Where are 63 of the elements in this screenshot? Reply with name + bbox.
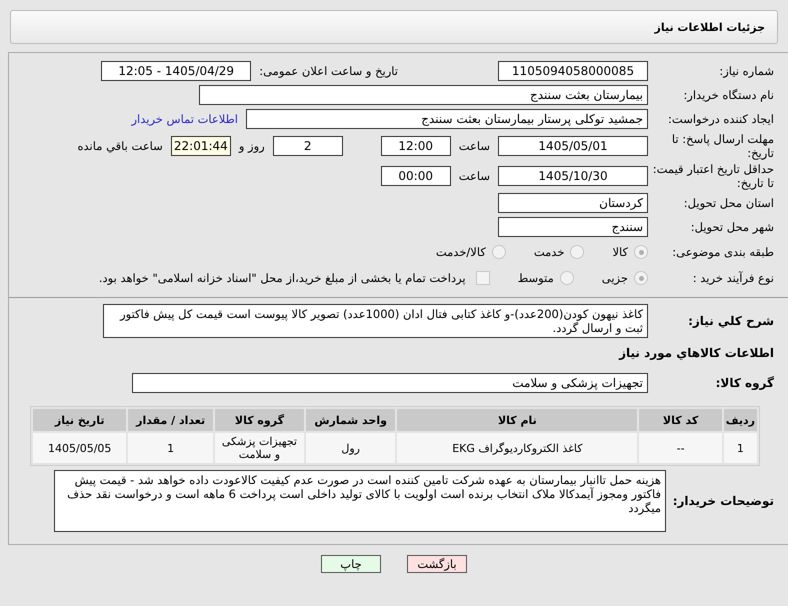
table-cell: کاغذ الکتروکاردیوگراف EKG [397, 433, 638, 463]
field-label: مهلت ارسال پاسخ: تا تاریخ: [670, 132, 775, 160]
section-label: گروه کالا: [714, 376, 775, 390]
field-label: نام دستگاه خریدار: [682, 88, 775, 102]
deadline-date-field[interactable]: 1405/05/01 [498, 136, 648, 156]
table-cell: تجهیزات پزشکی و سلامت [214, 433, 304, 463]
section-heading: اطلاعات کالاهاي مورد نياز [619, 346, 775, 360]
radio-label: جزیی [602, 271, 628, 285]
remaining-time-field[interactable]: 22:01:44 [170, 136, 231, 156]
column-header: واحد شمارش [306, 409, 396, 431]
field-label: ایجاد کننده درخواست: [667, 112, 775, 126]
field-label: نوع فرآیند خرید : [692, 271, 775, 285]
column-header: تاریخ نیاز [33, 409, 126, 431]
radio-button[interactable] [492, 245, 506, 259]
need-number-field[interactable]: 1105094058000085 [498, 61, 648, 81]
column-header: تعداد / مقدار [128, 409, 213, 431]
field-label: ساعت [458, 169, 490, 183]
goods-group-field[interactable]: تجهیزات پزشکی و سلامت [132, 373, 648, 393]
table-cell: 1 [724, 433, 757, 463]
section-label: شرح کلي نياز: [687, 314, 775, 328]
section-label: توضیحات خریدار: [672, 494, 775, 508]
column-header: نام کالا [397, 409, 638, 431]
field-label: شهر محل تحویل: [690, 220, 775, 234]
radio-button[interactable] [560, 271, 574, 285]
validity-time-field[interactable]: 00:00 [380, 166, 451, 186]
field-label: طبقه بندی موضوعی: [671, 245, 775, 259]
page-title: جزئیات اطلاعات نیاز [654, 20, 765, 34]
description-box[interactable]: کاغذ نیهون کودن(200عدد)-و کاغذ کتابی فتال ادان (1000عدد) تصویر کالا پیوست است قیمت کل پیش فاکتور ثبت و ارسال گردد. [103, 304, 648, 338]
deadline-time-field[interactable]: 12:00 [380, 136, 451, 156]
field-label: ساعت باقي مانده [78, 139, 163, 153]
table-cell: -- [639, 433, 722, 463]
field-label: حداقل تاریخ اعتبار قیمت: تا تاریخ: [652, 162, 775, 190]
back-button[interactable]: بازگشت [407, 555, 467, 573]
print-button[interactable]: چاپ [321, 555, 381, 573]
radio-button[interactable] [570, 245, 584, 259]
table-cell: 1 [128, 433, 213, 463]
table-cell: رول [306, 433, 396, 463]
column-header: گروه کالا [214, 409, 304, 431]
validity-date-field[interactable]: 1405/10/30 [498, 166, 648, 186]
radio-button[interactable] [634, 271, 648, 285]
radio-label: متوسط [518, 271, 554, 285]
buyer-contact-link[interactable]: اطلاعات تماس خریدار [131, 112, 238, 126]
field-label: تاریخ و ساعت اعلان عمومی: [259, 64, 398, 78]
field-label: ساعت [458, 139, 490, 153]
column-header: کد کالا [639, 409, 722, 431]
field-label: استان محل تحویل: [682, 196, 775, 210]
field-label: روز و [238, 139, 265, 153]
announce-date-field[interactable]: 1405/04/29 - 12:05 [101, 61, 252, 81]
creator-field[interactable]: جمشید توکلی پرستار بیمارستان بعثت سنندج [246, 109, 648, 129]
radio-button[interactable] [634, 245, 648, 259]
province-field[interactable]: کردستان [498, 193, 648, 213]
city-field[interactable]: سنندج [498, 217, 648, 237]
table-cell: 1405/05/05 [33, 433, 126, 463]
radio-label: خدمت [534, 245, 564, 259]
radio-label: کالا [612, 245, 628, 259]
field-label: شماره نیاز: [718, 64, 775, 78]
buyer-notes-box[interactable]: هزینه حمل تاانبار بیمارستان به عهده شرکت تامین کننده است در صورت عدم کیفیت کالاعودت داده خواهد شد - قیمت پیش فاکتور ومجوز آیمدکالا ملاک انتخاب برنده است اولویت با کالای تولید داخلی است پرداخت 6 ماهه است و درخواست نقد حذف میگردد [54, 470, 666, 532]
radio-label: کالا/خدمت [436, 245, 486, 259]
checkbox[interactable] [476, 271, 490, 285]
column-header: ردیف [724, 409, 757, 431]
days-field[interactable]: 2 [272, 136, 343, 156]
buyer-field[interactable]: بیمارستان بعثت سنندج [199, 85, 648, 105]
checkbox-label: پرداخت تمام یا بخشی از مبلغ خرید،از محل "اسناد خزانه اسلامی" خواهد بود. [98, 271, 466, 285]
